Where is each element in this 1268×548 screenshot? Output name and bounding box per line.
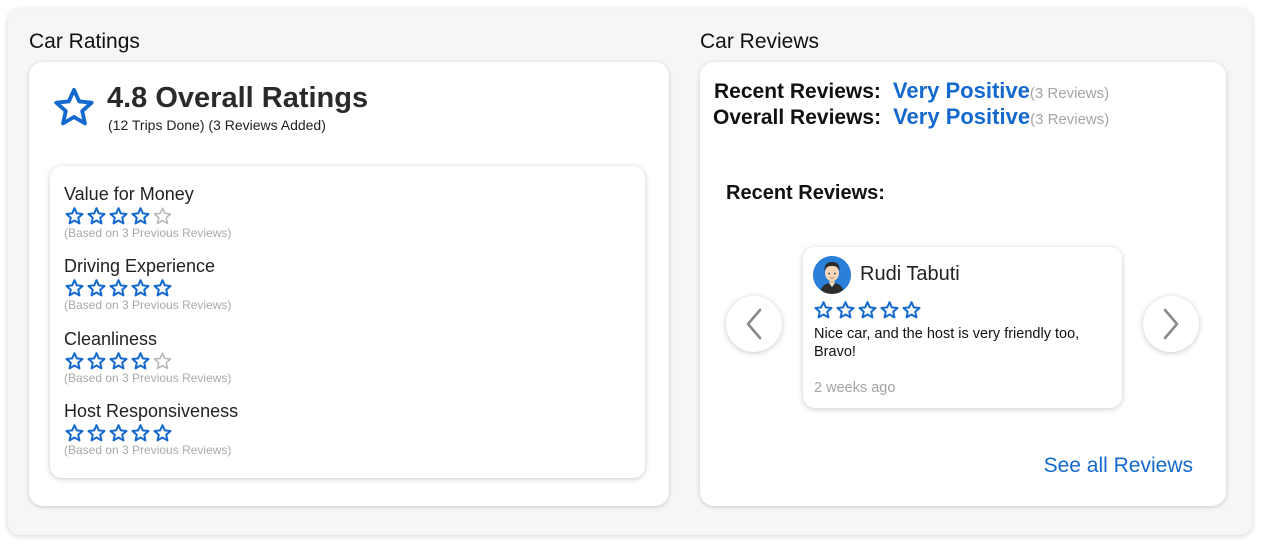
avatar bbox=[813, 256, 851, 294]
summary-value: Very Positive bbox=[892, 78, 1030, 103]
star-outline-icon bbox=[54, 87, 94, 126]
category-name: Cleanliness bbox=[64, 329, 158, 349]
star-filled-icon bbox=[131, 279, 150, 297]
chevron-left-icon bbox=[746, 308, 762, 340]
star-filled-icon bbox=[65, 279, 84, 297]
star-filled-icon bbox=[109, 352, 128, 370]
star-filled-icon bbox=[109, 424, 128, 442]
star-empty-icon bbox=[153, 352, 172, 370]
summary-label: Recent Reviews: bbox=[714, 80, 881, 103]
star-rating bbox=[64, 206, 464, 226]
review-timestamp: 2 weeks ago bbox=[814, 380, 896, 396]
star-rating bbox=[64, 278, 464, 298]
car-reviews-title: Car Reviews bbox=[700, 30, 820, 53]
recent-reviews-heading: Recent Reviews: bbox=[726, 182, 885, 204]
star-filled-icon bbox=[65, 207, 84, 225]
star-filled-icon bbox=[880, 301, 899, 319]
star-filled-icon bbox=[87, 352, 106, 370]
star-filled-icon bbox=[87, 207, 106, 225]
star-filled-icon bbox=[131, 424, 150, 442]
star-filled-icon bbox=[65, 424, 84, 442]
reviewer-name: Rudi Tabuti bbox=[860, 263, 960, 285]
rating-category: Value for Money (Based on 3 Previous Rev… bbox=[64, 183, 464, 240]
star-rating bbox=[64, 351, 464, 371]
summary-count: (3 Reviews) bbox=[1029, 85, 1110, 102]
star-filled-icon bbox=[858, 301, 877, 319]
star-filled-icon bbox=[153, 279, 172, 297]
category-note: (Based on 3 Previous Reviews) bbox=[64, 371, 232, 385]
category-name: Value for Money bbox=[64, 184, 194, 204]
next-review-button[interactable] bbox=[1143, 296, 1199, 352]
car-reviews-card: Recent Reviews: Very Positive(3 Reviews) … bbox=[700, 62, 1226, 506]
star-filled-icon bbox=[87, 279, 106, 297]
summary-label: Overall Reviews: bbox=[713, 106, 882, 129]
car-ratings-title: Car Ratings bbox=[29, 30, 140, 53]
previous-review-button[interactable] bbox=[726, 296, 782, 352]
review-star-rating bbox=[813, 300, 922, 320]
star-filled-icon bbox=[65, 352, 84, 370]
recent-reviews-summary: Recent Reviews: Very Positive(3 Reviews) bbox=[714, 78, 1109, 104]
overall-rating-title: 4.8 Overall Ratings bbox=[107, 82, 369, 114]
category-note: (Based on 3 Previous Reviews) bbox=[64, 298, 232, 312]
review-text: Nice car, and the host is very friendly … bbox=[814, 326, 1080, 360]
rating-category: Driving Experience (Based on 3 Previous … bbox=[64, 255, 464, 312]
category-ratings-card: Value for Money (Based on 3 Previous Rev… bbox=[50, 166, 645, 478]
star-filled-icon bbox=[131, 207, 150, 225]
star-filled-icon bbox=[153, 424, 172, 442]
star-filled-icon bbox=[87, 424, 106, 442]
star-rating bbox=[64, 423, 464, 443]
rating-category: Host Responsiveness (Based on 3 Previous… bbox=[64, 400, 464, 457]
review-card: Rudi Tabuti Nice car, and the host is ve… bbox=[803, 247, 1122, 408]
summary-value: Very Positive bbox=[893, 104, 1031, 129]
star-empty-icon bbox=[153, 207, 172, 225]
summary-count: (3 Reviews) bbox=[1030, 111, 1110, 128]
star-filled-icon bbox=[814, 301, 833, 319]
overall-reviews-summary: Overall Reviews: Very Positive(3 Reviews) bbox=[713, 104, 1109, 130]
star-filled-icon bbox=[131, 352, 150, 370]
reviewer-avatar-illustration bbox=[813, 256, 851, 294]
chevron-right-icon bbox=[1163, 308, 1179, 340]
category-name: Driving Experience bbox=[64, 256, 216, 276]
category-note: (Based on 3 Previous Reviews) bbox=[64, 443, 232, 457]
star-filled-icon bbox=[109, 279, 128, 297]
star-filled-icon bbox=[902, 301, 921, 319]
see-all-reviews-link[interactable]: See all Reviews bbox=[1044, 454, 1193, 478]
star-filled-icon bbox=[109, 207, 128, 225]
star-filled-icon bbox=[836, 301, 855, 319]
overall-rating-subtitle: (12 Trips Done) (3 Reviews Added) bbox=[108, 117, 326, 133]
category-note: (Based on 3 Previous Reviews) bbox=[64, 226, 232, 240]
ratings-reviews-panel: Car Ratings 4.8 Overall Ratings (12 Trip… bbox=[8, 9, 1252, 535]
category-name: Host Responsiveness bbox=[64, 401, 239, 421]
rating-category: Cleanliness (Based on 3 Previous Reviews… bbox=[64, 328, 464, 385]
car-ratings-card: 4.8 Overall Ratings (12 Trips Done) (3 R… bbox=[29, 62, 669, 506]
